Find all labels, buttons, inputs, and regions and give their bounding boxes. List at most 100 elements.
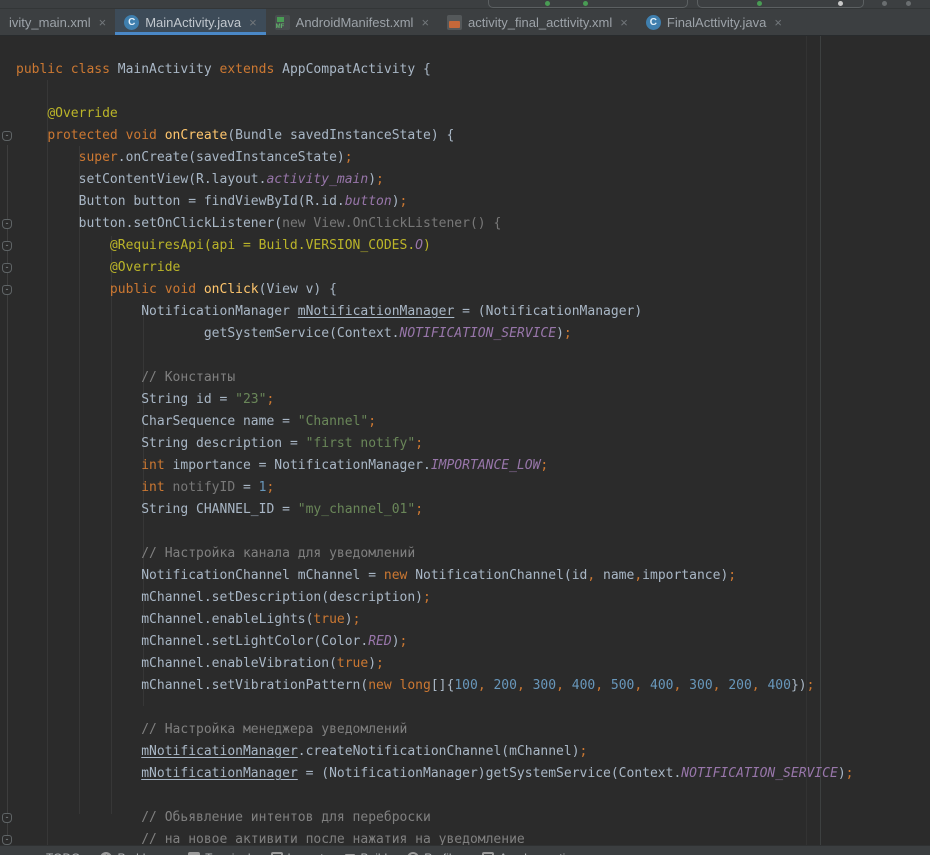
code-token: O [415, 238, 423, 253]
code-token: = [235, 480, 258, 495]
close-icon[interactable]: × [249, 16, 257, 29]
code-line: String CHANNEL_ID = "my_channel_01"; [16, 499, 930, 521]
code-token: ; [846, 766, 854, 781]
code-token: "23" [235, 392, 266, 407]
code-token: , [674, 678, 690, 693]
code-token: // Обьявление интентов для переброски [141, 810, 431, 825]
code-token: .createNotificationChannel(mChannel) [298, 744, 580, 759]
tool-window-label: Profiler [424, 851, 462, 855]
close-icon[interactable]: × [99, 16, 107, 29]
code-token: true [337, 656, 368, 671]
code-token: ; [580, 744, 588, 759]
tab-activity_final_acttivity.xml[interactable]: activity_final_acttivity.xml × [438, 9, 637, 35]
code-token: ; [266, 392, 274, 407]
close-icon[interactable]: × [421, 16, 429, 29]
tab-AndroidManifest.xml[interactable]: AndroidManifest.xml× [266, 9, 438, 35]
code-token: , [752, 678, 768, 693]
code-token: ) [838, 766, 846, 781]
code-line: mNotificationManager = (NotificationMana… [16, 763, 930, 785]
code-token: protected void [47, 128, 164, 143]
code-token: ; [345, 150, 353, 165]
code-token: public class [16, 62, 118, 77]
code-token: int [141, 480, 172, 495]
code-token: @Override [47, 106, 117, 121]
code-token: }) [791, 678, 807, 693]
tool-window-button-todo[interactable]: TODO [30, 851, 80, 855]
code-token: , [478, 678, 494, 693]
tool-window-button-problems[interactable]: Problems [100, 851, 168, 855]
code-token: 400 [572, 678, 595, 693]
code-token: (Bundle savedInstanceState) { [227, 128, 454, 143]
code-token: = (NotificationManager) [454, 304, 642, 319]
editor-tab-bar: ivity_main.xml×CMainActivity.java×Androi… [0, 9, 930, 36]
code-token: new [384, 568, 415, 583]
tab-label: MainActivity.java [145, 15, 241, 30]
code-line: @Override [16, 103, 930, 125]
code-line: @RequiresApi(api = Build.VERSION_CODES.O… [16, 235, 930, 257]
code-token: extends [220, 62, 283, 77]
fold-marker-icon[interactable]: - [2, 813, 12, 823]
code-line: super.onCreate(savedInstanceState); [16, 147, 930, 169]
tab-FinalActtivity.java[interactable]: CFinalActtivity.java× [637, 9, 791, 35]
code-line: NotificationChannel mChannel = new Notif… [16, 565, 930, 587]
code-token: ; [540, 458, 548, 473]
code-token: (View v) { [259, 282, 337, 297]
code-token: String CHANNEL_ID = [141, 502, 298, 517]
layout-icon [447, 15, 462, 30]
tool-window-button-build[interactable]: Build [344, 851, 388, 855]
code-token: new long [368, 678, 431, 693]
tool-window-label: TODO [46, 851, 80, 855]
code-token: ) [423, 238, 431, 253]
code-line [16, 697, 930, 719]
code-area[interactable]: public class MainActivity extends AppCom… [16, 59, 930, 851]
tab-ivity_main.xml[interactable]: ivity_main.xml× [0, 9, 115, 35]
close-icon[interactable]: × [774, 16, 782, 29]
tool-window-label: App Inspection [499, 851, 578, 855]
code-token: ) [556, 326, 564, 341]
code-token: String description = [141, 436, 305, 451]
fold-marker-icon[interactable]: - [2, 263, 12, 273]
code-token: AppCompatActivity { [282, 62, 431, 77]
code-token: , [634, 568, 642, 583]
code-token: []{ [431, 678, 454, 693]
close-icon[interactable]: × [620, 16, 628, 29]
code-token: ; [376, 656, 384, 671]
fold-guide-line [7, 145, 8, 855]
debug-icon[interactable] [583, 1, 588, 6]
code-token: mChannel.setDescription(description) [141, 590, 423, 605]
tool-window-button-terminal[interactable]: Terminal [188, 851, 250, 855]
toolbar-strip [0, 0, 930, 9]
tab-label: activity_final_acttivity.xml [468, 15, 612, 30]
code-line: public void onClick(View v) { [16, 279, 930, 301]
tool-window-label: Terminal [205, 851, 250, 855]
fold-marker-icon[interactable]: - [2, 835, 12, 845]
fold-marker-icon[interactable]: - [2, 285, 12, 295]
code-line: mChannel.enableLights(true); [16, 609, 930, 631]
code-token: activity_main [266, 172, 368, 187]
class-icon: C [124, 15, 139, 30]
fold-marker-icon[interactable]: - [2, 241, 12, 251]
code-line: CharSequence name = "Channel"; [16, 411, 930, 433]
fold-marker-icon[interactable]: - [2, 219, 12, 229]
code-token: // Настройка менеджера уведомлений [141, 722, 407, 737]
tool-window-button-app-inspection[interactable]: App Inspection [482, 851, 578, 855]
code-token: ) [368, 656, 376, 671]
code-token: ) [392, 194, 400, 209]
code-line: NotificationManager mNotificationManager… [16, 301, 930, 323]
tab-MainActivity.java[interactable]: C MainActivity.java × [115, 9, 265, 35]
tool-window-button-profiler[interactable]: Profiler [407, 851, 462, 855]
code-token: button [345, 194, 392, 209]
code-editor[interactable]: public class MainActivity extends AppCom… [0, 35, 930, 855]
code-token: , [517, 678, 533, 693]
code-line: String id = "23"; [16, 389, 930, 411]
code-token: notifyID [173, 480, 236, 495]
code-line: mChannel.setVibrationPattern(new long[]{… [16, 675, 930, 697]
run-icon[interactable] [545, 1, 550, 6]
tool-window-button-logcat[interactable]: Logcat [271, 851, 324, 855]
code-token: public void [110, 282, 204, 297]
status-dot-icon [757, 1, 762, 6]
code-token: "Channel" [298, 414, 368, 429]
fold-marker-icon[interactable]: - [2, 131, 12, 141]
code-token: mNotificationManager [298, 304, 455, 319]
run-config-button-fragment[interactable] [488, 0, 688, 8]
